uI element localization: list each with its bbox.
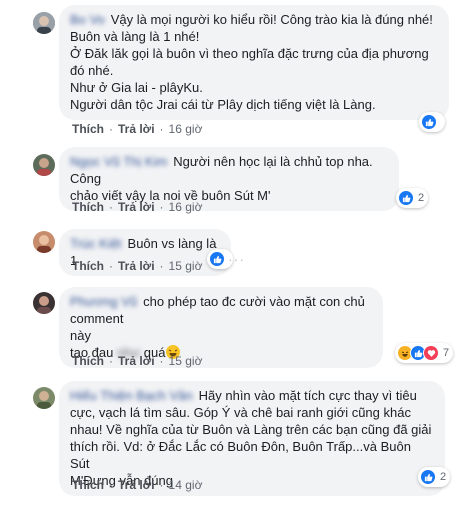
- like-icon: [209, 251, 225, 267]
- separator-dot: ·: [159, 354, 164, 368]
- comment-actions: Thích · Trả lời · 15 giờ: [72, 354, 202, 368]
- reaction-summary[interactable]: 2: [396, 188, 429, 208]
- separator-dot: ·: [109, 478, 113, 492]
- separator-dot: ·: [159, 478, 164, 492]
- comment-line: nhau! Về nghĩa của từ Buôn và Làng trên …: [70, 422, 432, 437]
- comment-line: Như ở Gia lai - plâyKu.: [70, 80, 203, 95]
- comment-bubble: Bo Vo Vậy là mọi người ko hiểu rồi! Công …: [59, 5, 449, 120]
- comment-line: Ở Đăk lăk gọi là buôn vì theo nghĩa đặc …: [70, 46, 429, 61]
- timestamp[interactable]: 16 giờ: [169, 122, 203, 136]
- separator-dot: ·: [109, 354, 113, 368]
- separator-dot: ·: [159, 200, 164, 214]
- reply-button[interactable]: Trả lời: [118, 122, 155, 136]
- separator-dot: ·: [109, 200, 113, 214]
- timestamp[interactable]: 15 giờ: [169, 354, 203, 368]
- avatar[interactable]: [33, 12, 55, 34]
- comment-line: Buôn và làng là 1 nhé!: [70, 29, 200, 44]
- reply-button[interactable]: Trả lời: [118, 200, 155, 214]
- separator-dot: ·: [159, 259, 164, 273]
- reply-button[interactable]: Trả lời: [118, 354, 155, 368]
- reaction-count: 2: [440, 471, 447, 483]
- comment-actions: Thích · Trả lời · 16 giờ: [72, 122, 202, 136]
- timestamp[interactable]: 15 giờ: [169, 259, 203, 273]
- avatar[interactable]: [33, 387, 55, 409]
- love-icon: [423, 345, 439, 361]
- avatar-image: [33, 12, 55, 34]
- more-icon[interactable]: ···: [228, 251, 245, 267]
- avatar[interactable]: [33, 292, 55, 314]
- like-button[interactable]: Thích: [72, 200, 104, 214]
- commenter-name[interactable]: Phương Vũ: [70, 294, 137, 309]
- reaction-summary[interactable]: [419, 112, 445, 132]
- reply-button[interactable]: Trả lời: [118, 259, 155, 273]
- avatar-image: [33, 387, 55, 409]
- comment-line: cực, vạch lá tìm sâu. Góp Ý và chê bai r…: [70, 405, 411, 420]
- timestamp[interactable]: 14 giờ: [169, 478, 203, 492]
- commenter-name[interactable]: Bo Vo: [70, 12, 105, 27]
- like-button[interactable]: Thích: [72, 259, 104, 273]
- separator-dot: ·: [109, 122, 113, 136]
- commenter-name[interactable]: Hiếu Thiện Bạch Văn: [70, 388, 193, 403]
- comment-line: này: [70, 328, 91, 343]
- like-icon: [420, 469, 436, 485]
- like-button[interactable]: Thích: [72, 122, 104, 136]
- comment-line: Hãy nhìn vào mặt tích cực thay vì tiêu: [198, 388, 417, 403]
- separator-dot: ·: [109, 259, 113, 273]
- like-icon: [398, 190, 414, 206]
- reaction-count: 2: [418, 192, 425, 204]
- avatar[interactable]: [33, 154, 55, 176]
- like-button[interactable]: Thích: [72, 478, 104, 492]
- comment-thread: Bo Vo Vậy là mọi người ko hiểu rồi! Công …: [0, 0, 473, 506]
- avatar-image: [33, 231, 55, 253]
- separator-dot: ·: [159, 122, 164, 136]
- reaction-summary[interactable]: 2: [418, 467, 451, 487]
- comment-line: đó nhé.: [70, 63, 114, 78]
- avatar[interactable]: [33, 231, 55, 253]
- avatar-image: [33, 292, 55, 314]
- comment-actions: Thích · Trả lời · 15 giờ: [72, 259, 202, 273]
- comment-actions: Thích · Trả lời · 16 giờ: [72, 200, 202, 214]
- reply-button[interactable]: Trả lời: [118, 478, 155, 492]
- timestamp[interactable]: 16 giờ: [169, 200, 203, 214]
- like-icon: [421, 114, 437, 130]
- avatar-image: [33, 154, 55, 176]
- comment-actions: Thích · Trả lời · 14 giờ: [72, 478, 202, 492]
- commenter-name[interactable]: Ngọc Vũ Thị Kim: [70, 154, 167, 169]
- like-button[interactable]: Thích: [72, 354, 104, 368]
- comment-line: Người dân tộc Jrai cái từ Plây dịch tiến…: [70, 97, 376, 112]
- reaction-count: 7: [443, 347, 450, 359]
- reaction-summary[interactable]: 7: [395, 343, 454, 363]
- commenter-name[interactable]: Trúc Kiệt: [70, 236, 122, 251]
- comment-line: Vậy là mọi người ko hiểu rồi! Công trào …: [110, 12, 433, 27]
- comment-line: thích rồi. Vd: ở Đắc Lắc có Buôn Đôn, Bu…: [70, 439, 411, 471]
